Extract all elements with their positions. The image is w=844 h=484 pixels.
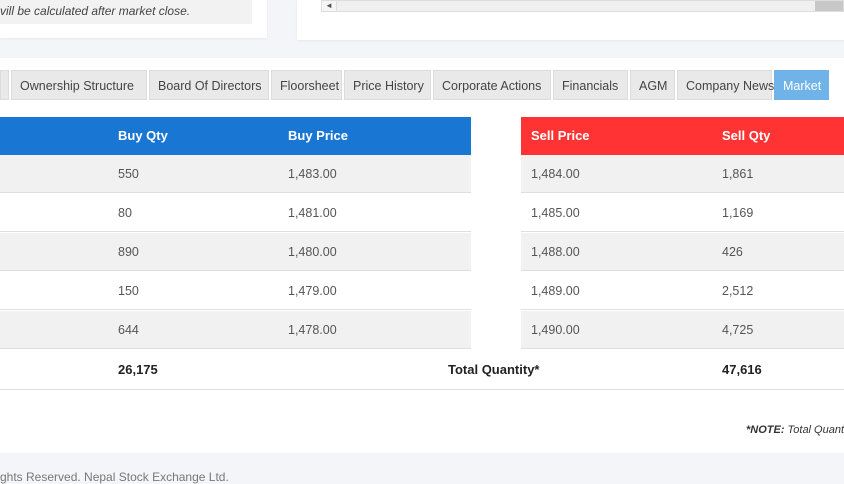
buy-header: Buy Qty Buy Price bbox=[0, 117, 471, 155]
sell-qty-cell: 1,861 bbox=[722, 155, 753, 193]
buy-qty-cell: 890 bbox=[118, 233, 139, 271]
sell-qty-cell: 4,725 bbox=[722, 311, 753, 349]
sell-header: Sell Price Sell Qty bbox=[521, 117, 844, 155]
sell-row: 1,488.00 426 bbox=[521, 233, 844, 271]
sell-row: 1,484.00 1,861 bbox=[521, 155, 844, 193]
tab-price-history[interactable]: Price History bbox=[344, 70, 431, 100]
sell-row: 1,485.00 1,169 bbox=[521, 194, 844, 232]
buy-row: 644 1,478.00 bbox=[0, 311, 471, 349]
sell-price-cell: 1,489.00 bbox=[531, 272, 580, 310]
buy-row: 150 1,479.00 bbox=[0, 272, 471, 310]
sell-row: 1,489.00 2,512 bbox=[521, 272, 844, 310]
tab-previous[interactable] bbox=[0, 70, 9, 100]
buy-price-cell: 1,478.00 bbox=[288, 311, 337, 349]
sell-price-cell: 1,488.00 bbox=[531, 233, 580, 271]
tab-board-of-directors[interactable]: Board Of Directors bbox=[149, 70, 269, 100]
tab-corporate-actions[interactable]: Corporate Actions bbox=[433, 70, 551, 100]
tab-financials[interactable]: Financials bbox=[553, 70, 628, 100]
sell-qty-cell: 2,512 bbox=[722, 272, 753, 310]
chart-card: ◄ bbox=[297, 0, 844, 40]
note-prefix: *NOTE: bbox=[746, 424, 785, 436]
tab-agm[interactable]: AGM bbox=[630, 70, 675, 100]
footer-copyright: ghts Reserved. Nepal Stock Exchange Ltd. bbox=[0, 470, 229, 484]
tab-ownership-structure[interactable]: Ownership Structure bbox=[11, 70, 147, 100]
note-text: Total Quant bbox=[785, 424, 844, 436]
sell-qty-cell: 1,169 bbox=[722, 194, 753, 232]
buy-price-cell: 1,481.00 bbox=[288, 194, 337, 232]
sell-price-header: Sell Price bbox=[531, 117, 590, 155]
total-row: 26,175 Total Quantity* 47,616 bbox=[0, 350, 844, 390]
buy-price-cell: 1,480.00 bbox=[288, 233, 337, 271]
tab-floorsheet[interactable]: Floorsheet bbox=[271, 70, 342, 100]
tab-company-news[interactable]: Company News bbox=[677, 70, 772, 100]
sell-price-cell: 1,485.00 bbox=[531, 194, 580, 232]
buy-qty-cell: 550 bbox=[118, 155, 139, 193]
buy-qty-cell: 644 bbox=[118, 311, 139, 349]
buy-price-cell: 1,479.00 bbox=[288, 272, 337, 310]
buy-qty-cell: 150 bbox=[118, 272, 139, 310]
sell-price-cell: 1,490.00 bbox=[531, 311, 580, 349]
total-quantity-label: Total Quantity* bbox=[448, 350, 539, 390]
scroll-left-icon[interactable]: ◄ bbox=[322, 1, 337, 11]
buy-qty-header: Buy Qty bbox=[118, 117, 168, 155]
total-sell-qty: 47,616 bbox=[722, 350, 762, 390]
buy-qty-cell: 80 bbox=[118, 194, 132, 232]
sell-row: 1,490.00 4,725 bbox=[521, 311, 844, 349]
sell-qty-header: Sell Qty bbox=[722, 117, 770, 155]
notice-text: vill be calculated after market close. bbox=[0, 0, 252, 24]
horizontal-scrollbar[interactable]: ◄ bbox=[321, 0, 844, 12]
notice-card: vill be calculated after market close. bbox=[0, 0, 267, 38]
market-depth-note: *NOTE: Total Quant bbox=[746, 424, 844, 436]
buy-row: 890 1,480.00 bbox=[0, 233, 471, 271]
buy-price-cell: 1,483.00 bbox=[288, 155, 337, 193]
sell-qty-cell: 426 bbox=[722, 233, 743, 271]
market-depth-panel: Ownership Structure Board Of Directors F… bbox=[0, 58, 844, 453]
scroll-thumb[interactable] bbox=[815, 1, 843, 11]
buy-row: 80 1,481.00 bbox=[0, 194, 471, 232]
company-tabs: Ownership Structure Board Of Directors F… bbox=[0, 70, 829, 100]
sell-price-cell: 1,484.00 bbox=[531, 155, 580, 193]
tab-market-depth[interactable]: Market bbox=[774, 70, 829, 100]
buy-price-header: Buy Price bbox=[288, 117, 348, 155]
total-buy-qty: 26,175 bbox=[118, 350, 158, 390]
buy-row: 550 1,483.00 bbox=[0, 155, 471, 193]
